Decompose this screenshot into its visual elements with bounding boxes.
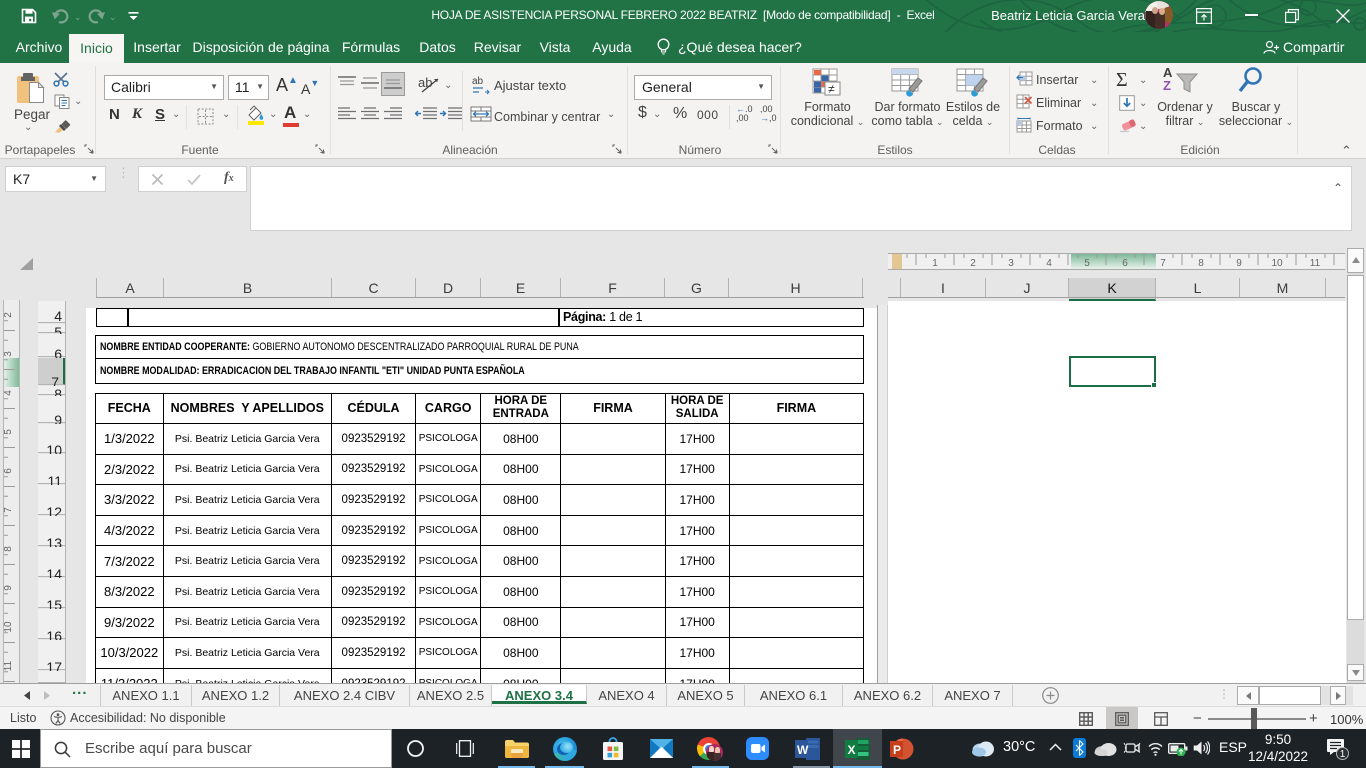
svg-text:10: 10 (3, 621, 14, 633)
svg-text:≠: ≠ (828, 82, 835, 96)
svg-text:3: 3 (3, 351, 14, 357)
svg-text:5: 5 (1084, 258, 1090, 269)
svg-text:10: 10 (1271, 258, 1283, 269)
svg-text:8: 8 (1198, 258, 1204, 269)
svg-text:2: 2 (3, 312, 14, 318)
svg-text:ab: ab (418, 75, 432, 90)
svg-text:11: 11 (1310, 258, 1321, 269)
svg-text:9: 9 (1236, 258, 1242, 269)
svg-text:6: 6 (3, 468, 14, 474)
svg-text:ab: ab (472, 76, 484, 87)
svg-text:4: 4 (3, 390, 14, 396)
svg-text:7: 7 (1160, 258, 1166, 269)
svg-text:P: P (893, 743, 901, 757)
svg-text:5: 5 (3, 429, 14, 435)
svg-text:3: 3 (1008, 258, 1014, 269)
svg-text:X: X (848, 743, 856, 757)
svg-text:7: 7 (3, 507, 14, 513)
svg-text:6: 6 (1122, 258, 1128, 269)
svg-text:1: 1 (932, 258, 938, 269)
svg-text:2: 2 (970, 258, 976, 269)
svg-text:11: 11 (3, 660, 14, 671)
svg-text:4: 4 (1046, 258, 1052, 269)
svg-text:9: 9 (3, 585, 14, 591)
svg-text:W: W (797, 743, 809, 757)
svg-text:8: 8 (3, 546, 14, 552)
